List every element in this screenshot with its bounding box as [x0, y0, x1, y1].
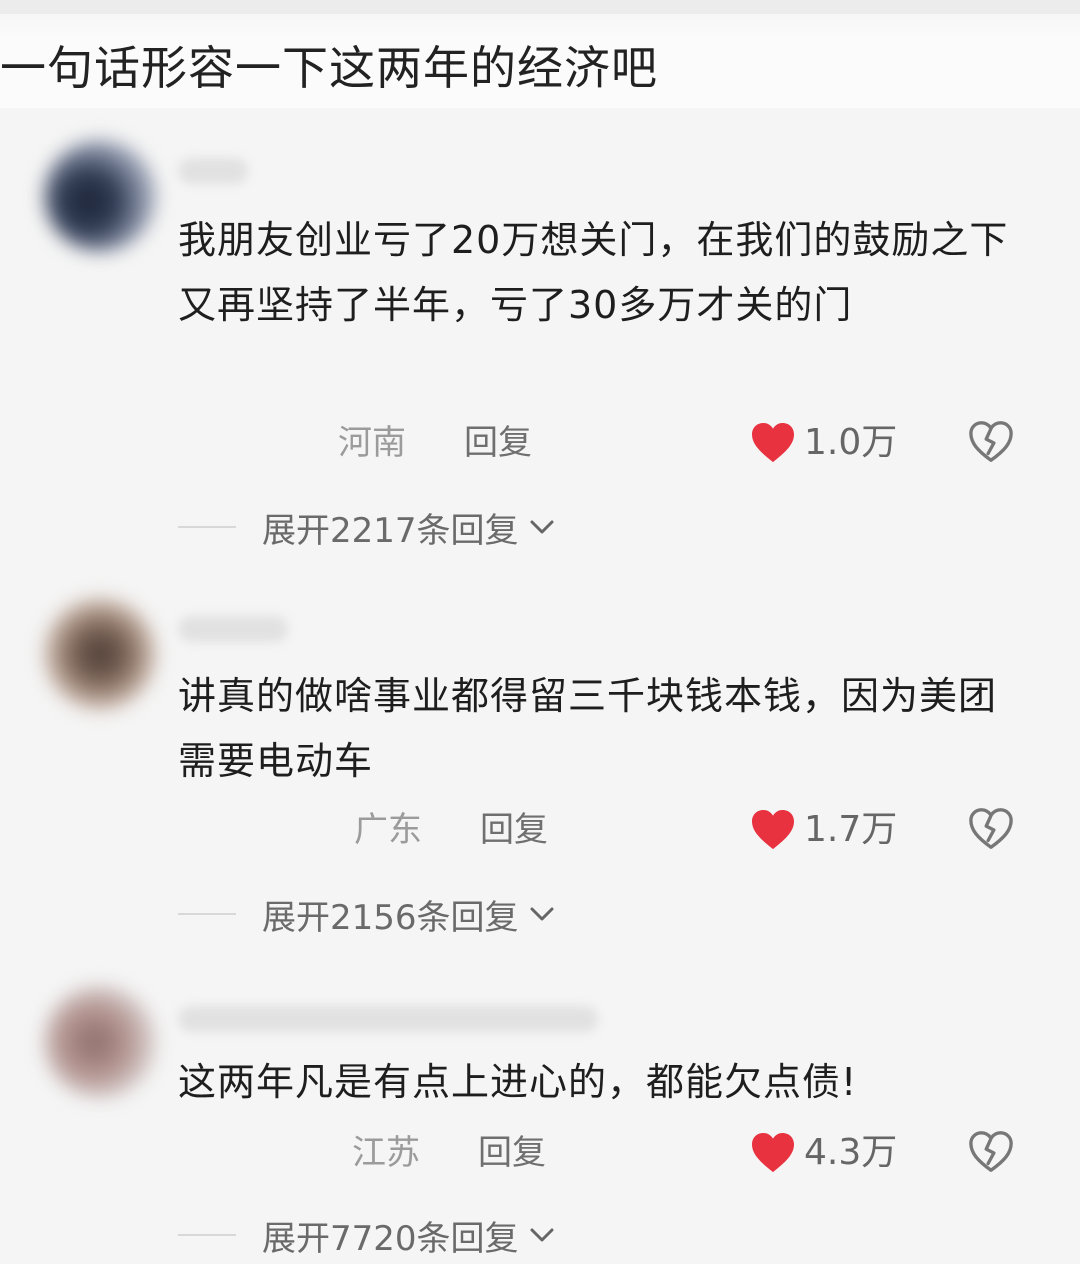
like-button[interactable]: 1.0万 [750, 418, 897, 468]
expand-replies-label: 展开2217条回复 [262, 510, 519, 551]
expand-replies-button[interactable]: 展开2217条回复 [178, 502, 557, 552]
username-blurred[interactable] [178, 158, 248, 184]
divider-line [178, 913, 236, 915]
chevron-down-icon [530, 907, 554, 921]
username-blurred[interactable] [178, 616, 288, 642]
comment-list: 我朋友创业亏了20万想关门，在我们的鼓励之下又再坚持了半年，亏了30多万才关的门… [0, 108, 1080, 1264]
expand-replies-button[interactable]: 展开2156条回复 [178, 889, 557, 939]
location-label: 广东 [354, 810, 422, 850]
comment-page: 一句话形容一下这两年的经济吧 我朋友创业亏了20万想关门，在我们的鼓励之下又再坚… [0, 0, 1080, 1264]
comment-meta: 河南 回复 1.0万 [0, 418, 1080, 468]
heart-icon [752, 1132, 794, 1173]
comment-meta: 广东 回复 1.7万 [0, 805, 1080, 855]
reply-button[interactable]: 回复 [478, 1128, 546, 1178]
expand-replies-label: 展开7720条回复 [262, 1218, 519, 1259]
chevron-down-icon [530, 520, 554, 534]
like-count: 1.0万 [804, 422, 898, 463]
reply-button[interactable]: 回复 [480, 805, 548, 855]
top-strip [0, 0, 1080, 14]
divider-line [178, 526, 236, 528]
comment-meta: 江苏 回复 4.3万 [0, 1128, 1080, 1178]
broken-heart-icon[interactable] [968, 420, 1014, 464]
comment-text: 这两年凡是有点上进心的，都能欠点债! [178, 1060, 858, 1104]
heart-icon [752, 809, 794, 850]
comment-text: 讲真的做啥事业都得留三千块钱本钱，因为美团需要电动车 [178, 674, 998, 783]
location-label: 河南 [338, 423, 406, 463]
broken-heart-icon[interactable] [968, 807, 1014, 851]
like-button[interactable]: 1.7万 [750, 805, 897, 855]
comment-text: 我朋友创业亏了20万想关门，在我们的鼓励之下又再坚持了半年，亏了30多万才关的门 [178, 218, 1009, 327]
avatar[interactable] [44, 140, 156, 252]
username-blurred[interactable] [178, 1006, 598, 1032]
page-title: 一句话形容一下这两年的经济吧 [0, 41, 658, 95]
location-label: 江苏 [352, 1133, 420, 1173]
heart-icon [752, 422, 794, 463]
like-count: 1.7万 [804, 809, 898, 850]
reply-button[interactable]: 回复 [464, 418, 532, 468]
expand-replies-label: 展开2156条回复 [262, 897, 519, 938]
broken-heart-icon[interactable] [968, 1130, 1014, 1174]
chevron-down-icon [530, 1228, 554, 1242]
like-button[interactable]: 4.3万 [750, 1128, 897, 1178]
avatar[interactable] [44, 598, 156, 710]
expand-replies-button[interactable]: 展开7720条回复 [178, 1210, 557, 1260]
divider-line [178, 1234, 236, 1236]
like-count: 4.3万 [804, 1132, 898, 1173]
avatar[interactable] [44, 986, 156, 1098]
